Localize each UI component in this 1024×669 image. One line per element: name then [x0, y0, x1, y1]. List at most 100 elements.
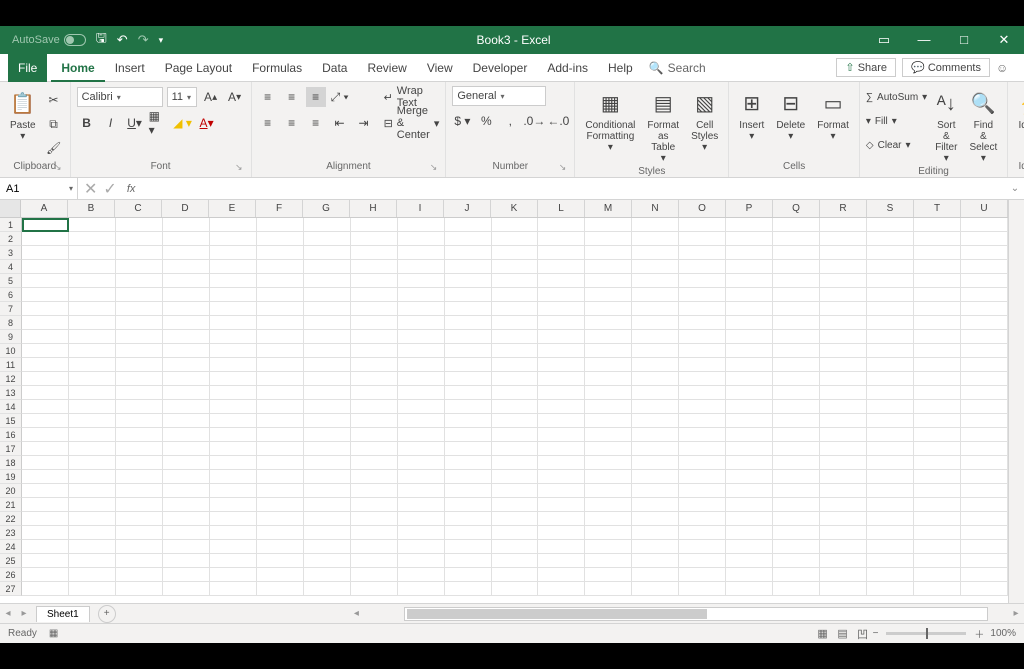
- cell[interactable]: [961, 540, 1008, 554]
- column-header-t[interactable]: T: [914, 200, 961, 217]
- cell[interactable]: [961, 456, 1008, 470]
- cell[interactable]: [398, 512, 445, 526]
- percent-icon[interactable]: %: [476, 111, 496, 131]
- column-header-i[interactable]: I: [397, 200, 444, 217]
- cell[interactable]: [163, 428, 210, 442]
- cell[interactable]: [538, 470, 585, 484]
- row-header[interactable]: 16: [0, 428, 22, 442]
- align-top-icon[interactable]: ≡: [258, 87, 278, 107]
- font-launcher-icon[interactable]: ↘: [235, 162, 243, 173]
- cell[interactable]: [726, 540, 773, 554]
- cell[interactable]: [632, 484, 679, 498]
- cell[interactable]: [585, 456, 632, 470]
- cell[interactable]: [914, 442, 961, 456]
- row-header[interactable]: 10: [0, 344, 22, 358]
- cell[interactable]: [679, 442, 726, 456]
- tab-developer[interactable]: Developer: [463, 54, 538, 82]
- cell[interactable]: [679, 428, 726, 442]
- column-header-f[interactable]: F: [256, 200, 303, 217]
- cell[interactable]: [867, 428, 914, 442]
- cell[interactable]: [116, 260, 163, 274]
- cell[interactable]: [632, 554, 679, 568]
- cell[interactable]: [69, 582, 116, 596]
- cell[interactable]: [820, 358, 867, 372]
- cell[interactable]: [116, 274, 163, 288]
- cell[interactable]: [351, 274, 398, 288]
- cell[interactable]: [726, 302, 773, 316]
- cell[interactable]: [773, 232, 820, 246]
- cell[interactable]: [726, 582, 773, 596]
- cell[interactable]: [492, 512, 539, 526]
- cell[interactable]: [69, 540, 116, 554]
- cell[interactable]: [867, 526, 914, 540]
- cell[interactable]: [257, 344, 304, 358]
- cell[interactable]: [163, 540, 210, 554]
- cell[interactable]: [632, 232, 679, 246]
- number-format-combo[interactable]: General▾: [452, 86, 546, 106]
- cell[interactable]: [116, 330, 163, 344]
- cell[interactable]: [398, 246, 445, 260]
- row-header[interactable]: 26: [0, 568, 22, 582]
- cell[interactable]: [867, 484, 914, 498]
- cell[interactable]: [304, 316, 351, 330]
- cell[interactable]: [69, 456, 116, 470]
- cell[interactable]: [538, 288, 585, 302]
- cell[interactable]: [116, 414, 163, 428]
- cell[interactable]: [210, 428, 257, 442]
- cell[interactable]: [867, 344, 914, 358]
- row-header[interactable]: 15: [0, 414, 22, 428]
- cell[interactable]: [445, 288, 492, 302]
- cell[interactable]: [257, 582, 304, 596]
- cell[interactable]: [304, 470, 351, 484]
- orientation-icon[interactable]: ⤢ ▾: [330, 87, 350, 107]
- cell[interactable]: [820, 274, 867, 288]
- cell[interactable]: [961, 400, 1008, 414]
- column-header-d[interactable]: D: [162, 200, 209, 217]
- cell[interactable]: [632, 568, 679, 582]
- sheet-nav-prev-icon[interactable]: ◂: [0, 608, 16, 619]
- cell[interactable]: [351, 288, 398, 302]
- column-header-u[interactable]: U: [961, 200, 1008, 217]
- cell[interactable]: [351, 540, 398, 554]
- cell[interactable]: [257, 288, 304, 302]
- cell[interactable]: [163, 232, 210, 246]
- row-header[interactable]: 17: [0, 442, 22, 456]
- tab-review[interactable]: Review: [357, 54, 416, 82]
- cell[interactable]: [163, 498, 210, 512]
- cell[interactable]: [961, 260, 1008, 274]
- cell[interactable]: [820, 428, 867, 442]
- cell[interactable]: [585, 442, 632, 456]
- cell[interactable]: [632, 288, 679, 302]
- cell[interactable]: [22, 512, 69, 526]
- column-header-r[interactable]: R: [820, 200, 867, 217]
- cell[interactable]: [116, 344, 163, 358]
- cell[interactable]: [116, 456, 163, 470]
- cell[interactable]: [69, 386, 116, 400]
- cell[interactable]: [445, 330, 492, 344]
- cell[interactable]: [961, 428, 1008, 442]
- cell[interactable]: [492, 316, 539, 330]
- cell[interactable]: [820, 568, 867, 582]
- cell[interactable]: [773, 400, 820, 414]
- cell[interactable]: [867, 512, 914, 526]
- increase-decimal-icon[interactable]: .0→: [524, 111, 544, 131]
- cell[interactable]: [867, 218, 914, 232]
- cell[interactable]: [492, 302, 539, 316]
- cell[interactable]: [69, 358, 116, 372]
- cell[interactable]: [210, 358, 257, 372]
- cell[interactable]: [726, 246, 773, 260]
- cell[interactable]: [163, 330, 210, 344]
- cell[interactable]: [726, 358, 773, 372]
- cell[interactable]: [69, 554, 116, 568]
- cell[interactable]: [961, 414, 1008, 428]
- cell[interactable]: [445, 456, 492, 470]
- tab-data[interactable]: Data: [312, 54, 357, 82]
- cell[interactable]: [398, 260, 445, 274]
- row-header[interactable]: 14: [0, 400, 22, 414]
- cell[interactable]: [726, 232, 773, 246]
- cell[interactable]: [69, 344, 116, 358]
- tab-page-layout[interactable]: Page Layout: [155, 54, 242, 82]
- share-button[interactable]: ⇧ Share: [836, 58, 896, 77]
- cell[interactable]: [69, 512, 116, 526]
- italic-button[interactable]: I: [101, 113, 121, 133]
